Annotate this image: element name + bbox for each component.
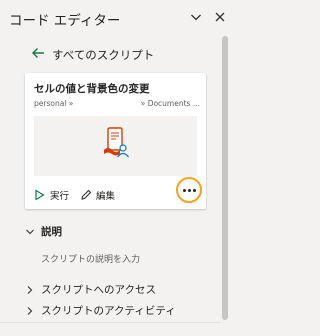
pencil-icon xyxy=(81,189,92,200)
pane-title: コード エディター xyxy=(9,13,121,29)
bottom-divider xyxy=(0,322,220,323)
description-label: 説明 xyxy=(41,226,62,238)
play-icon xyxy=(35,189,45,201)
back-to-all-scripts[interactable]: すべてのスクリプト xyxy=(0,42,220,68)
script-access-section[interactable]: スクリプトへのアクセス xyxy=(0,280,220,300)
script-title: セルの値と背景色の変更 xyxy=(34,83,150,95)
scrollbar[interactable] xyxy=(222,36,228,320)
back-arrow-icon xyxy=(32,48,44,58)
description-input[interactable]: スクリプトの説明を入力 xyxy=(41,252,140,265)
edit-label: 編集 xyxy=(96,191,116,202)
run-label: 実行 xyxy=(50,191,70,202)
chevron-right-icon xyxy=(27,307,33,315)
activity-label: スクリプトのアクティビティ xyxy=(41,305,176,317)
back-label: すべてのスクリプト xyxy=(52,48,155,62)
access-label: スクリプトへのアクセス xyxy=(41,284,156,296)
script-card: セルの値と背景色の変更 personal » » Documents ... 実… xyxy=(25,73,206,209)
code-editor-pane: コード エディター すべてのスクリプト セルの値と背景色の変更 personal… xyxy=(0,0,240,336)
description-section-header[interactable]: 説明 xyxy=(0,222,220,242)
chevron-down-icon xyxy=(26,229,34,235)
script-document-icon xyxy=(104,127,129,158)
chevron-down-icon[interactable] xyxy=(189,10,203,24)
more-options-button[interactable] xyxy=(176,177,202,203)
script-activity-section[interactable]: スクリプトのアクティビティ xyxy=(0,301,220,321)
script-path-right: » Documents ... xyxy=(140,99,200,108)
chevron-right-icon xyxy=(27,286,33,294)
title-bar: コード エディター xyxy=(0,0,240,36)
close-icon[interactable] xyxy=(213,10,227,24)
script-thumbnail xyxy=(34,116,197,176)
script-path-left: personal » xyxy=(34,99,74,108)
